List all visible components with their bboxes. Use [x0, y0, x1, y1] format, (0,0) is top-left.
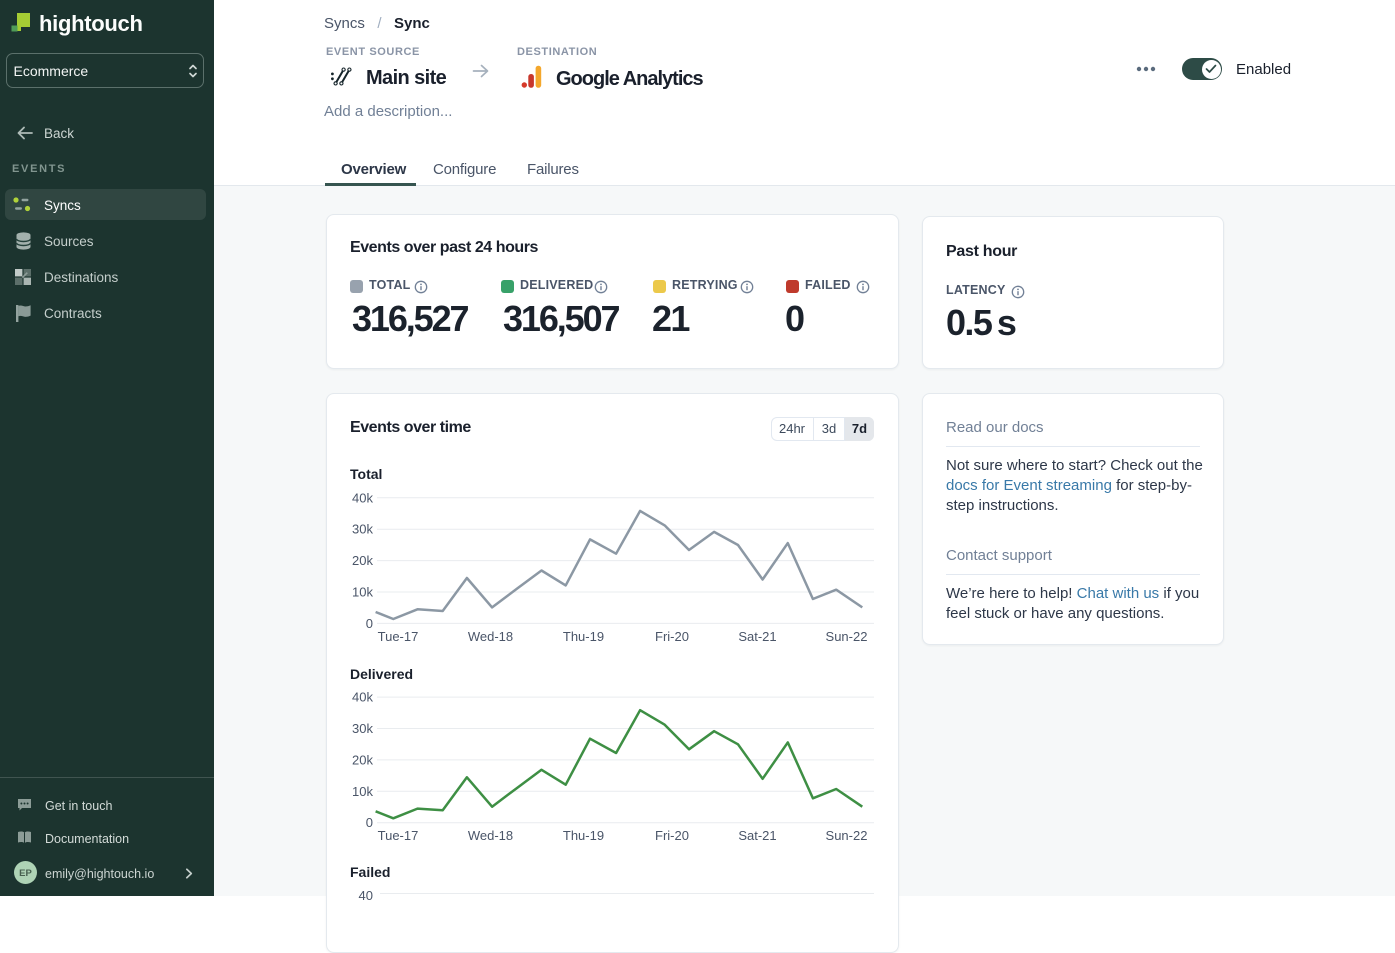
- svg-text:10k: 10k: [352, 784, 373, 799]
- svg-text:20k: 20k: [352, 752, 373, 767]
- svg-text:Fri-20: Fri-20: [655, 629, 689, 644]
- svg-text:40k: 40k: [352, 490, 373, 505]
- svg-text:Tue-17: Tue-17: [378, 828, 419, 843]
- svg-text:30k: 30k: [352, 721, 373, 736]
- svg-text:40k: 40k: [352, 690, 373, 705]
- svg-text:Sun-22: Sun-22: [826, 828, 868, 843]
- svg-text:0: 0: [366, 616, 373, 631]
- svg-text:0: 0: [366, 815, 373, 830]
- svg-text:Wed-18: Wed-18: [468, 828, 513, 843]
- svg-text:30k: 30k: [352, 522, 373, 537]
- svg-text:Sat-21: Sat-21: [738, 629, 776, 644]
- svg-text:10k: 10k: [352, 585, 373, 600]
- svg-text:Wed-18: Wed-18: [468, 629, 513, 644]
- svg-text:Tue-17: Tue-17: [378, 629, 419, 644]
- svg-text:Thu-19: Thu-19: [563, 828, 604, 843]
- svg-text:Sun-22: Sun-22: [826, 629, 868, 644]
- svg-text:Sat-21: Sat-21: [738, 828, 776, 843]
- svg-text:Fri-20: Fri-20: [655, 828, 689, 843]
- svg-text:Thu-19: Thu-19: [563, 629, 604, 644]
- svg-text:20k: 20k: [352, 553, 373, 568]
